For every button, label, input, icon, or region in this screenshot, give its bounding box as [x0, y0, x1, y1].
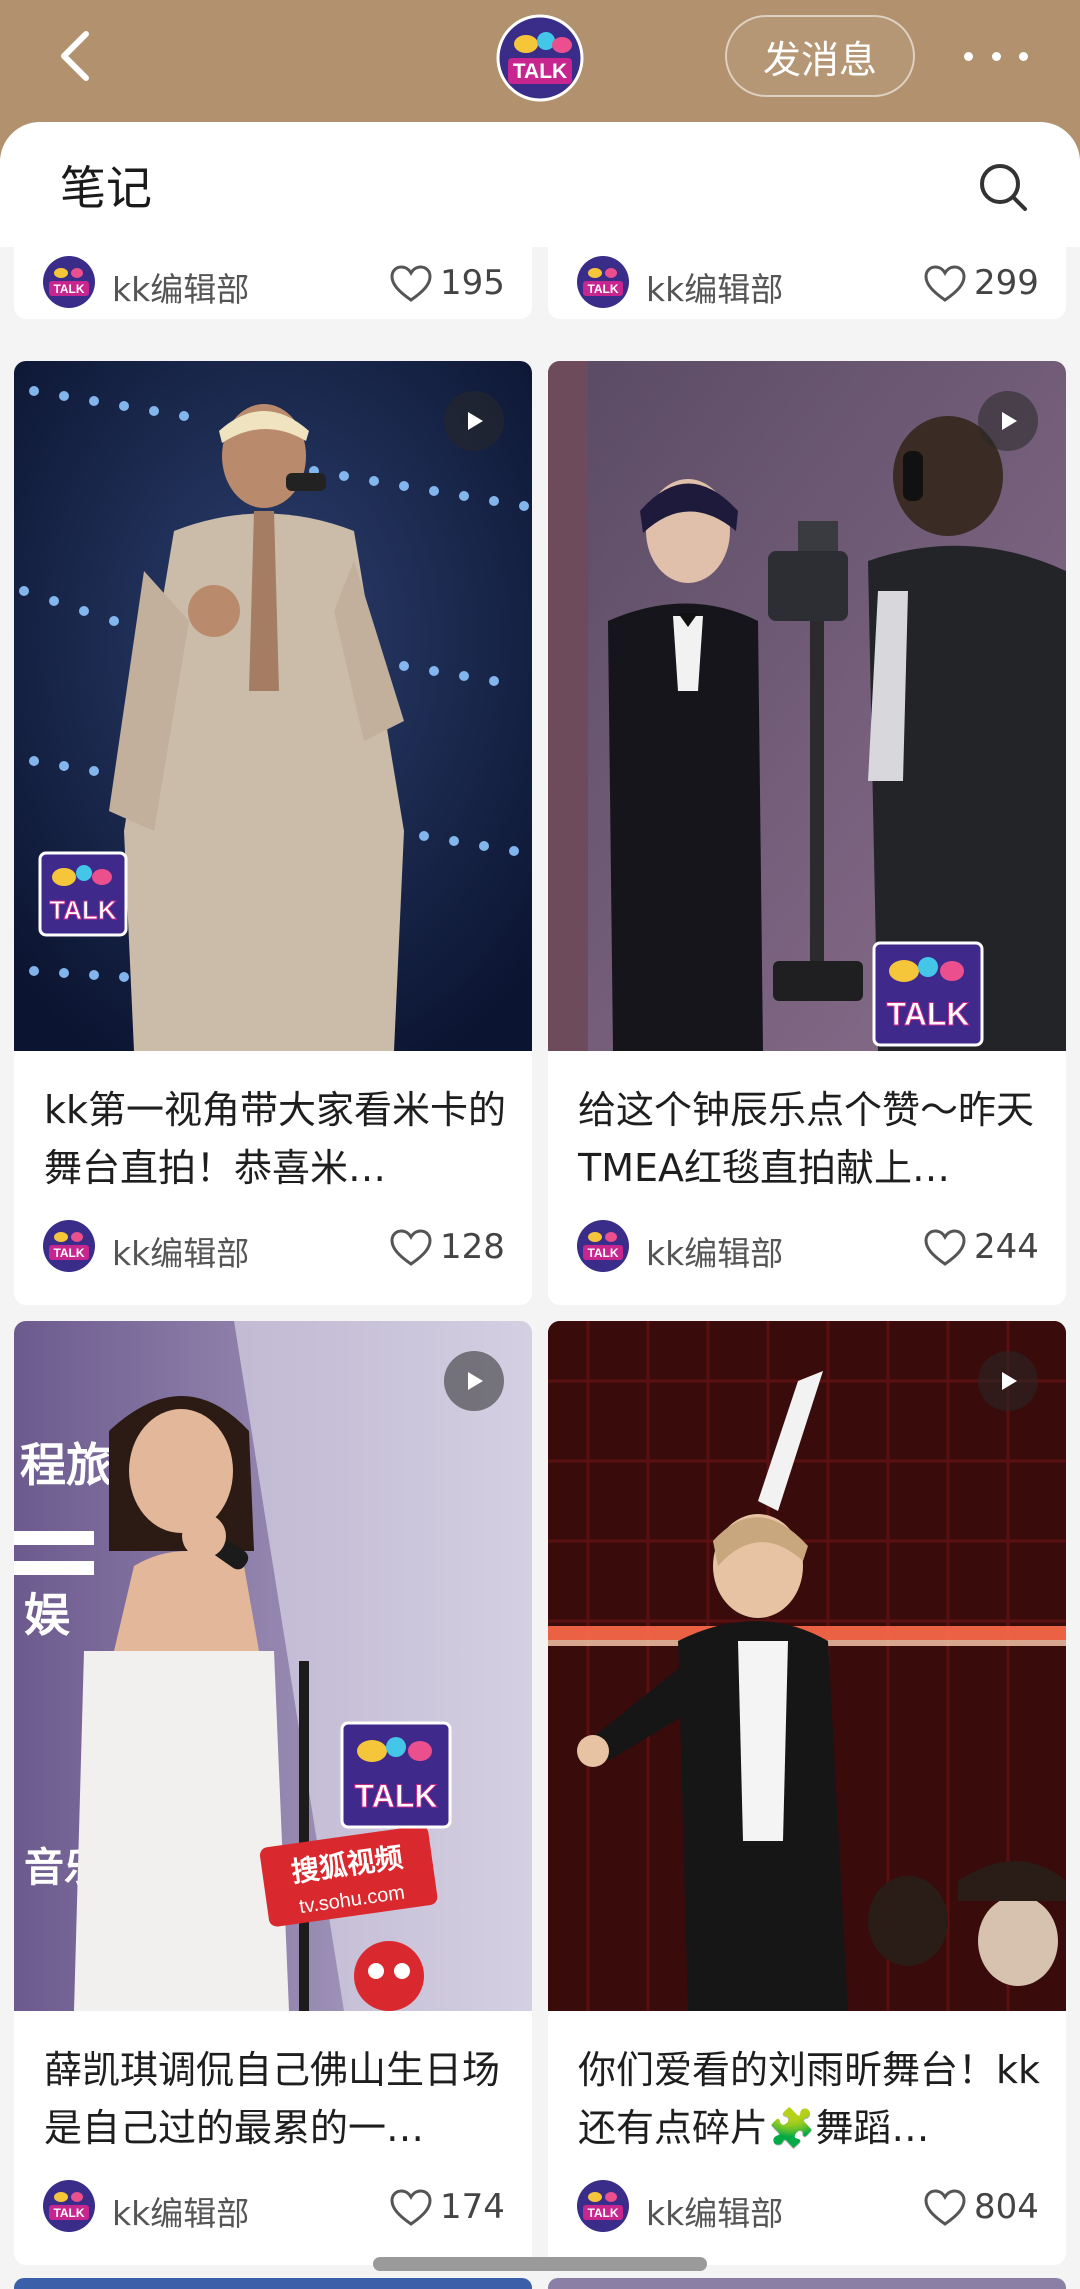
avatar[interactable]: TALK [42, 2179, 96, 2233]
card-thumbnail[interactable] [548, 1321, 1066, 2011]
like-count: 174 [440, 2187, 505, 2227]
heart-icon[interactable] [924, 2189, 966, 2227]
svg-text:TALK: TALK [355, 1778, 438, 1814]
search-button[interactable] [976, 160, 1030, 214]
sheet-header: 笔记 [0, 122, 1080, 247]
card-title[interactable]: kk第一视角带大家看米卡的舞台直拍！恭喜米… [44, 1081, 514, 1197]
author-name[interactable]: kk编辑部 [112, 1227, 249, 1275]
next-card-peek[interactable] [14, 2278, 532, 2289]
svg-text:TALK: TALK [53, 1246, 84, 1260]
more-options-button[interactable] [964, 36, 1028, 76]
card-thumbnail[interactable]: 程旅 娱 音乐 搜狐视频 tv.sohu.com TALK [14, 1321, 532, 2011]
partial-card-right[interactable]: TALK kk编辑部 299 [548, 247, 1066, 319]
note-card[interactable]: 程旅 娱 音乐 搜狐视频 tv.sohu.com TALK 薛凯琪调侃自己佛山生… [14, 1321, 532, 2265]
avatar[interactable]: TALK [576, 1219, 630, 1273]
avatar[interactable]: TALK [42, 1219, 96, 1273]
author-name[interactable]: kk编辑部 [646, 263, 783, 311]
note-card[interactable]: TALK 给这个钟辰乐点个赞～昨天TMEA红毯直拍献上… TALK kk编辑部 … [548, 361, 1066, 1305]
like-count: 128 [440, 1227, 505, 1267]
heart-icon[interactable] [924, 1229, 966, 1267]
heart-icon[interactable] [390, 265, 432, 303]
play-button[interactable] [978, 1351, 1038, 1411]
svg-text:TALK: TALK [49, 895, 117, 925]
card-title[interactable]: 你们爱看的刘雨昕舞台！kk还有点碎片🧩舞蹈… [578, 2041, 1048, 2157]
like-count: 244 [974, 1227, 1039, 1267]
play-icon [468, 1372, 483, 1390]
brand-logo[interactable]: TALK [496, 14, 584, 102]
backdrop-text: 娱 [24, 1589, 70, 1641]
card-meta: TALK kk编辑部 244 [576, 1219, 1046, 1275]
author-name[interactable]: kk编辑部 [646, 1227, 783, 1275]
card-meta: TALK kk编辑部 195 [42, 255, 512, 311]
next-card-peek[interactable] [548, 2278, 1066, 2289]
card-thumbnail[interactable]: TALK [14, 361, 532, 1051]
play-icon [1002, 1372, 1017, 1390]
svg-text:TALK: TALK [587, 1246, 618, 1260]
card-title[interactable]: 薛凯琪调侃自己佛山生日场是自己过的最累的一… [44, 2041, 514, 2157]
author-name[interactable]: kk编辑部 [646, 2187, 783, 2235]
partial-card-left[interactable]: TALK kk编辑部 195 [14, 247, 532, 319]
top-bar: TALK 发消息 [0, 0, 1080, 125]
chevron-left-icon [61, 31, 89, 81]
play-button[interactable] [444, 391, 504, 451]
svg-text:TALK: TALK [587, 2206, 618, 2220]
play-button[interactable] [978, 391, 1038, 451]
card-title[interactable]: 给这个钟辰乐点个赞～昨天TMEA红毯直拍献上… [578, 1081, 1048, 1197]
backdrop-text: 程旅 [20, 1439, 112, 1491]
card-meta: TALK kk编辑部 174 [42, 2179, 512, 2235]
back-button[interactable] [48, 24, 112, 88]
send-message-button[interactable]: 发消息 [725, 15, 915, 97]
svg-text:TALK: TALK [53, 282, 84, 296]
author-name[interactable]: kk编辑部 [112, 2187, 249, 2235]
note-card[interactable]: TALK kk第一视角带大家看米卡的舞台直拍！恭喜米… TALK kk编辑部 1… [14, 361, 532, 1305]
card-meta: TALK kk编辑部 128 [42, 1219, 512, 1275]
home-indicator[interactable] [373, 2257, 707, 2271]
talk-watermark: TALK [38, 851, 128, 937]
avatar[interactable]: TALK [42, 255, 96, 309]
heart-icon[interactable] [390, 2189, 432, 2227]
card-meta: TALK kk编辑部 804 [576, 2179, 1046, 2235]
play-icon [468, 412, 483, 430]
svg-text:TALK: TALK [887, 996, 970, 1032]
play-icon [1002, 412, 1017, 430]
heart-icon[interactable] [924, 265, 966, 303]
card-meta: TALK kk编辑部 299 [576, 255, 1046, 311]
svg-text:TALK: TALK [587, 282, 618, 296]
svg-text:TALK: TALK [53, 2206, 84, 2220]
avatar[interactable]: TALK [576, 2179, 630, 2233]
talk-watermark: TALK [872, 941, 984, 1047]
card-thumbnail[interactable]: TALK [548, 361, 1066, 1051]
note-card[interactable]: 你们爱看的刘雨昕舞台！kk还有点碎片🧩舞蹈… TALK kk编辑部 804 [548, 1321, 1066, 2265]
notes-sheet: 笔记 TALK kk编辑部 195 TALK kk编辑部 299 TALK kk… [0, 122, 1080, 2289]
heart-icon[interactable] [390, 1229, 432, 1267]
search-icon [980, 164, 1027, 211]
logo-text: TALK [513, 60, 567, 83]
play-button[interactable] [444, 1351, 504, 1411]
page-title: 笔记 [60, 161, 152, 215]
like-count: 299 [974, 263, 1039, 303]
like-count: 195 [440, 263, 505, 303]
author-name[interactable]: kk编辑部 [112, 263, 249, 311]
more-dots-icon [964, 51, 973, 61]
avatar[interactable]: TALK [576, 255, 630, 309]
like-count: 804 [974, 2187, 1039, 2227]
talk-watermark: TALK [340, 1721, 452, 1829]
